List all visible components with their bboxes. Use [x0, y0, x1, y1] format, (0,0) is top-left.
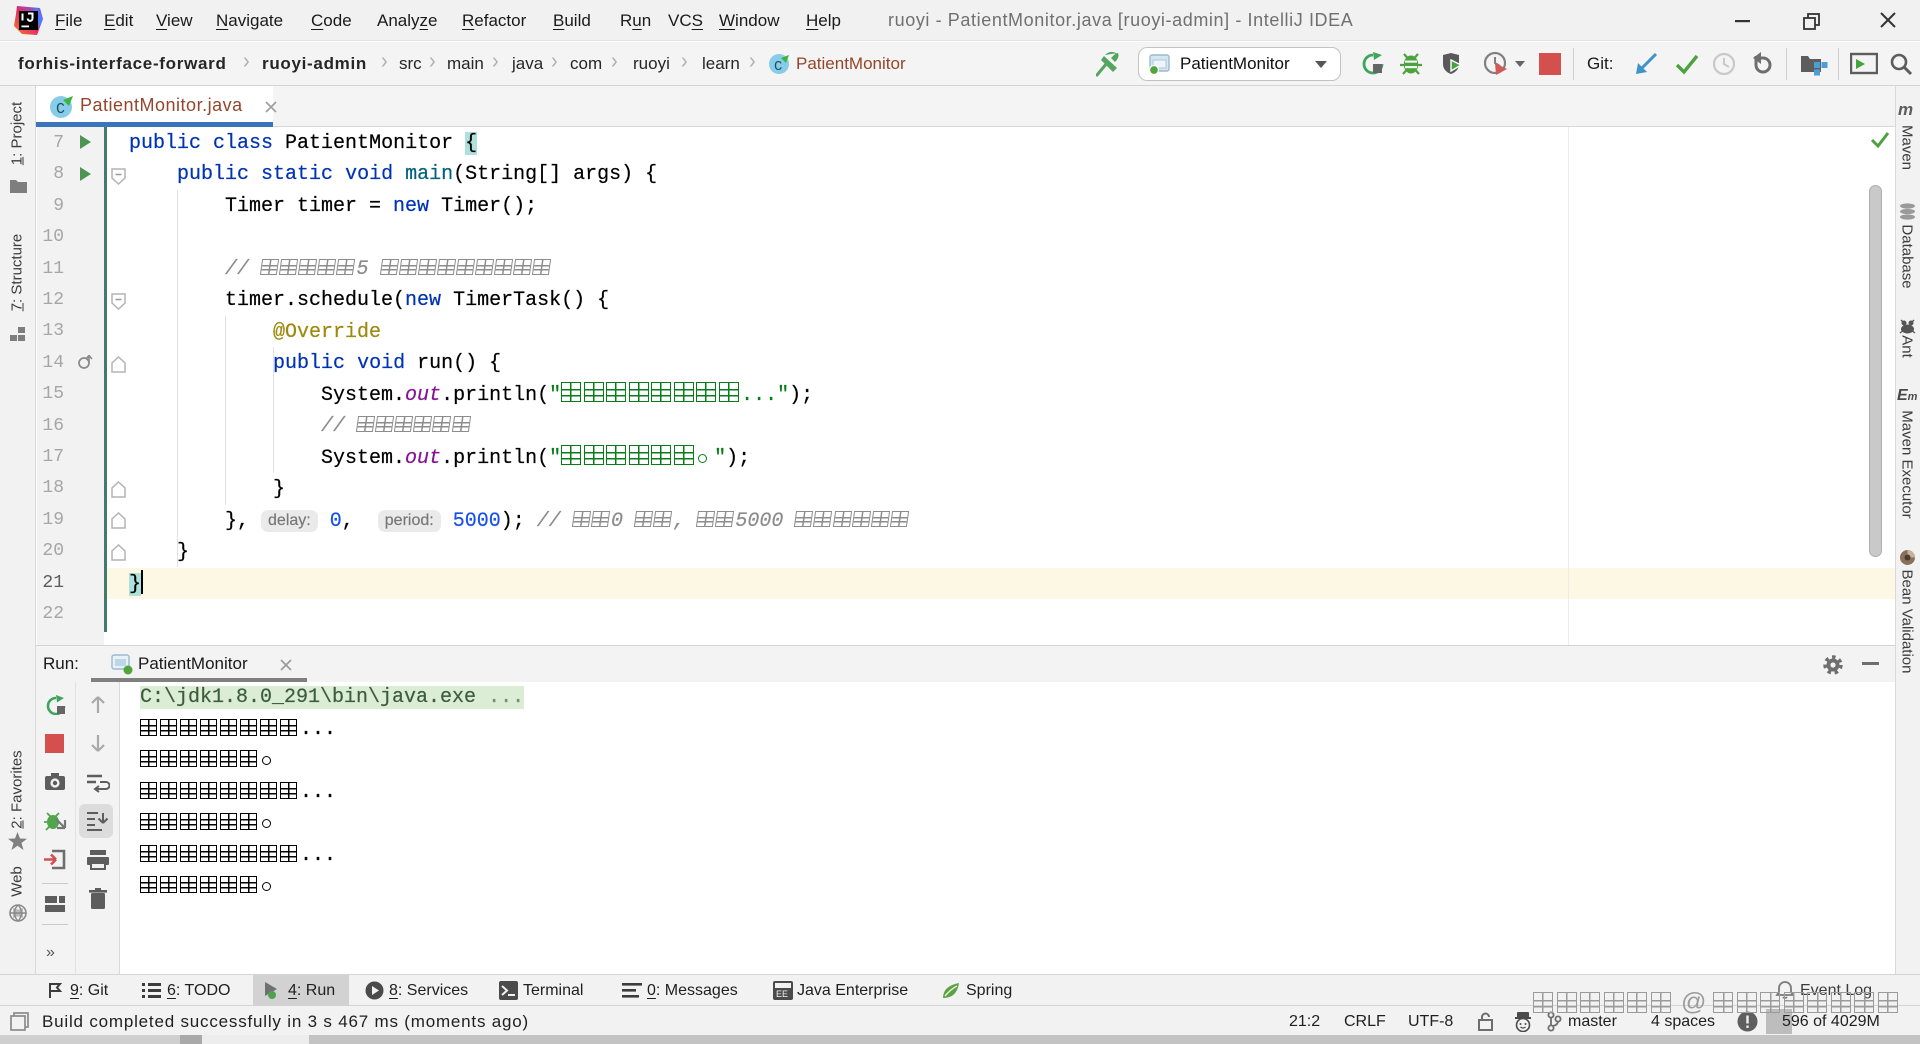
svg-text:C: C — [774, 59, 782, 75]
svg-text:EE: EE — [776, 989, 788, 999]
svg-text:C: C — [56, 101, 65, 118]
